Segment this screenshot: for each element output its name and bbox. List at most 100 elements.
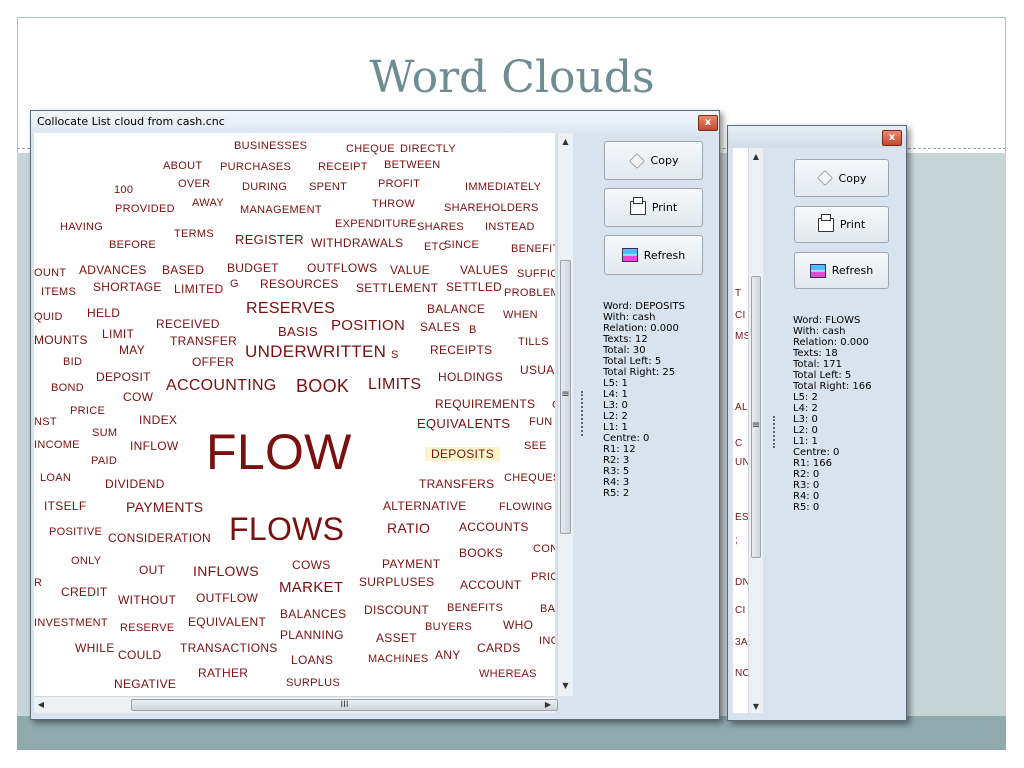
cloud-word[interactable]: OUTFLOWS xyxy=(307,261,377,275)
cloud-word[interactable]: ITEMS xyxy=(41,286,76,298)
cloud-word[interactable]: BOOKS xyxy=(459,546,503,560)
cloud-word[interactable]: ACCOUNTING xyxy=(166,377,277,395)
cloud-word[interactable]: RESERVE xyxy=(120,622,174,634)
cloud-word[interactable]: PURCHASES xyxy=(220,161,291,173)
cloud-word[interactable]: AWAY xyxy=(192,197,224,209)
cloud-word[interactable]: BUSINESSES xyxy=(234,140,307,152)
cloud-word[interactable]: DIVIDEND xyxy=(105,477,165,491)
cloud-word[interactable]: TRANSFERS xyxy=(419,477,494,491)
cloud-word[interactable]: BENEFIT xyxy=(511,243,555,255)
cloud-word[interactable]: ACCOUNTS xyxy=(459,520,529,534)
cloud-word[interactable]: OUT xyxy=(139,563,165,577)
pane-splitter[interactable] xyxy=(581,391,583,436)
main-close-icon[interactable]: x xyxy=(698,115,718,131)
cloud-word[interactable]: BENEFITS xyxy=(447,602,503,614)
cloud-word[interactable]: RECEIVED xyxy=(156,317,220,331)
cloud-word[interactable]: COW xyxy=(123,390,153,404)
scroll-up-icon[interactable]: ▲ xyxy=(558,137,573,146)
cloud-word[interactable]: THROW xyxy=(372,198,415,210)
cloud-word[interactable]: C xyxy=(552,399,555,411)
cloud-word[interactable]: SUFFICI xyxy=(517,268,555,280)
main-horizontal-scrollbar[interactable]: ◀ III ▶ xyxy=(34,696,558,713)
cloud-word[interactable]: POSITION xyxy=(331,317,405,334)
cloud-word[interactable]: BASIS xyxy=(278,324,318,339)
cloud-word[interactable]: VALUES xyxy=(460,263,508,277)
back-refresh-button[interactable]: Refresh xyxy=(794,252,889,289)
back-vertical-scrollbar[interactable]: ▲ ≡ ▼ xyxy=(748,148,763,713)
cloud-word[interactable]: FUN xyxy=(529,416,553,428)
cloud-word[interactable]: ONLY xyxy=(71,555,101,567)
cloud-word[interactable]: PAYMENT xyxy=(382,557,440,571)
cloud-word[interactable]: OFFER xyxy=(192,355,234,369)
cloud-word[interactable]: POSITIVE xyxy=(49,526,102,538)
cloud-word[interactable]: PLANNING xyxy=(280,628,344,642)
cloud-word[interactable]: WHO xyxy=(503,618,533,632)
cloud-word[interactable]: IMMEDIATELY xyxy=(465,181,541,193)
cloud-word[interactable]: REGISTER xyxy=(235,232,304,247)
cloud-word[interactable]: UNDERWRITTEN xyxy=(245,342,386,362)
cloud-word[interactable]: TERMS xyxy=(174,228,214,240)
cloud-word[interactable]: ALTERNATIVE xyxy=(383,499,467,513)
refresh-button[interactable]: Refresh xyxy=(604,235,703,275)
cloud-word[interactable]: VALUE xyxy=(390,263,430,277)
cloud-word[interactable]: SHORTAGE xyxy=(93,280,162,294)
cloud-word[interactable]: ASSET xyxy=(376,631,417,645)
back-close-icon[interactable]: x xyxy=(882,130,902,146)
cloud-word[interactable]: FLOWS xyxy=(229,511,344,548)
back-cloud-word[interactable]: CI xyxy=(735,310,746,321)
cloud-word[interactable]: SPENT xyxy=(309,181,347,193)
cloud-word[interactable]: DIRECTLY xyxy=(400,143,456,155)
cloud-word[interactable]: MANAGEMENT xyxy=(240,204,322,216)
cloud-word[interactable]: NEGATIVE xyxy=(114,677,176,691)
cloud-word[interactable]: RECEIPTS xyxy=(430,343,492,357)
cloud-word[interactable]: TILLS xyxy=(518,336,549,348)
back-copy-button[interactable]: Copy xyxy=(794,159,889,197)
back-cloud-word[interactable]: 3A xyxy=(735,637,748,648)
cloud-word[interactable]: BUDGET xyxy=(227,261,279,275)
cloud-word[interactable]: SURPLUSES xyxy=(359,575,434,589)
cloud-word[interactable]: 100 xyxy=(114,184,133,196)
cloud-word[interactable]: INFLOWS xyxy=(193,563,259,579)
back-cloud-word[interactable]: ES xyxy=(735,512,749,523)
back-cloud-word[interactable]: C xyxy=(735,438,743,449)
cloud-word[interactable]: DISCOUNT xyxy=(364,603,429,617)
back-window[interactable]: x T CI MS AL C UN ES; DN CI 3A NC ▲ ≡ ▼ Copy Print… xyxy=(727,125,907,721)
cloud-word[interactable]: COULD xyxy=(118,648,162,662)
cloud-word[interactable]: WITHOUT xyxy=(118,593,176,607)
cloud-word[interactable]: RECEIPT xyxy=(318,161,368,173)
cloud-word[interactable]: FLOW xyxy=(206,423,352,481)
cloud-word[interactable]: ABOUT xyxy=(163,160,202,172)
cloud-word[interactable]: RATIO xyxy=(387,520,430,536)
cloud-word[interactable]: BOOK xyxy=(296,376,349,397)
copy-button[interactable]: Copy xyxy=(604,141,703,180)
cloud-word[interactable]: INC xyxy=(539,635,555,647)
cloud-word[interactable]: OUTFLOW xyxy=(196,591,258,605)
cloud-word[interactable]: INCOME xyxy=(34,439,80,451)
scroll-left-icon[interactable]: ◀ xyxy=(34,700,48,709)
horizontal-scroll-thumb[interactable]: III xyxy=(131,699,558,711)
cloud-word[interactable]: G xyxy=(230,278,239,290)
cloud-word[interactable]: PROVIDED xyxy=(115,203,175,215)
cloud-word[interactable]: OUNT xyxy=(34,267,66,279)
cloud-word[interactable]: ADVANCES xyxy=(79,263,147,277)
cloud-word[interactable]: ITSELF xyxy=(44,499,86,513)
back-cloud-word[interactable]: ; xyxy=(735,535,738,546)
back-print-button[interactable]: Print xyxy=(794,206,889,243)
back-cloud-word[interactable]: T xyxy=(735,288,741,299)
cloud-word[interactable]: LOANS xyxy=(291,653,333,667)
cloud-word[interactable]: PRICI xyxy=(531,571,555,583)
print-button[interactable]: Print xyxy=(604,188,703,227)
cloud-word[interactable]: ANY xyxy=(435,648,461,662)
cloud-word[interactable]: S xyxy=(391,349,399,361)
cloud-word[interactable]: CHEQUES xyxy=(504,472,555,484)
cloud-word[interactable]: CARDS xyxy=(477,641,521,655)
cloud-word[interactable]: CON xyxy=(533,543,555,555)
cloud-word[interactable]: BID xyxy=(63,356,82,368)
back-scroll-thumb[interactable] xyxy=(751,276,761,558)
main-window[interactable]: Collocate List cloud from cash.cnc x BUS… xyxy=(30,110,720,720)
back-cloud-word[interactable]: AL xyxy=(735,402,748,413)
cloud-word[interactable]: FLOWING xyxy=(499,501,552,513)
scroll-right-icon[interactable]: ▶ xyxy=(541,700,555,709)
cloud-word[interactable]: SUM xyxy=(92,427,117,439)
cloud-word[interactable]: BASED xyxy=(162,263,204,277)
